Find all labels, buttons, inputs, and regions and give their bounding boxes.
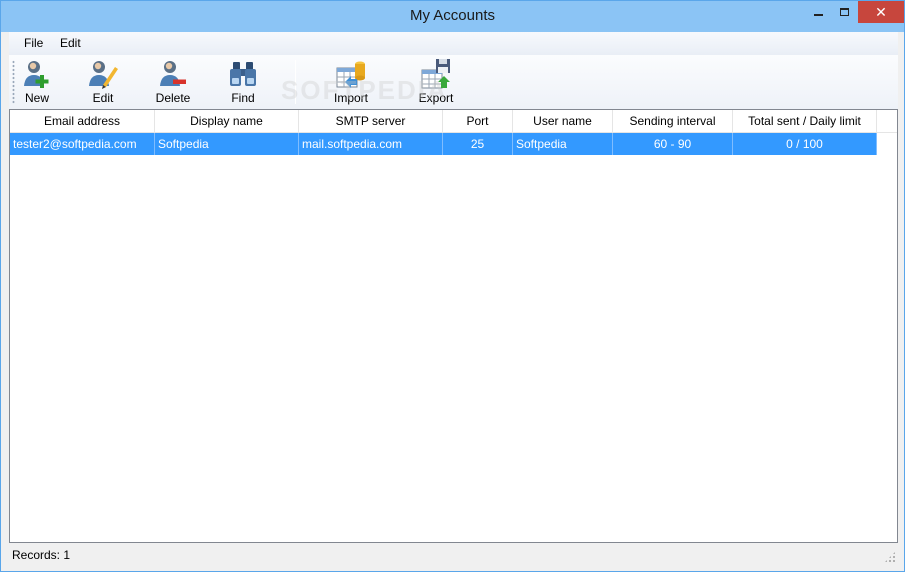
- new-button-label: New: [24, 91, 49, 105]
- delete-button-label: Delete: [155, 91, 191, 105]
- window-title: My Accounts: [409, 7, 496, 24]
- find-button[interactable]: Find: [217, 57, 269, 107]
- column-header-total-sent[interactable]: Total sent / Daily limit: [733, 110, 877, 133]
- delete-button[interactable]: Delete: [147, 57, 199, 107]
- export-button[interactable]: Export: [410, 57, 462, 107]
- menu-edit[interactable]: Edit: [60, 36, 81, 50]
- import-icon: [336, 61, 365, 88]
- menu-bar: File Edit: [9, 32, 898, 55]
- resize-grip[interactable]: [884, 551, 896, 563]
- find-button-label: Find: [231, 91, 255, 105]
- import-button[interactable]: Import: [325, 57, 377, 107]
- export-button-label: Export: [418, 91, 454, 105]
- close-button[interactable]: ✕: [858, 1, 904, 23]
- edit-user-icon: [89, 61, 118, 89]
- minimize-button[interactable]: [805, 1, 831, 23]
- menu-file[interactable]: File: [24, 36, 43, 50]
- remove-user-icon: [160, 61, 186, 86]
- add-user-icon: [24, 61, 49, 88]
- binoculars-icon: [230, 62, 256, 86]
- cell-smtp-server: mail.softpedia.com: [299, 133, 443, 155]
- app-window: My Accounts ✕ File Edit New Edit Delete …: [0, 0, 905, 572]
- edit-button[interactable]: Edit: [77, 57, 129, 107]
- toolbar-separator: [295, 60, 296, 104]
- table-row[interactable]: tester2@softpedia.com Softpedia mail.sof…: [10, 133, 877, 155]
- import-button-label: Import: [333, 91, 368, 105]
- maximize-button[interactable]: [831, 1, 857, 23]
- cell-user-name: Softpedia: [513, 133, 613, 155]
- cell-email: tester2@softpedia.com: [10, 133, 155, 155]
- accounts-table[interactable]: Email address Display name SMTP server P…: [9, 109, 898, 543]
- title-bar[interactable]: My Accounts ✕: [1, 1, 904, 32]
- edit-button-label: Edit: [92, 91, 114, 105]
- column-header-email[interactable]: Email address: [10, 110, 155, 133]
- close-icon: ✕: [875, 3, 887, 20]
- cell-sending-interval: 60 - 90: [613, 133, 733, 155]
- column-header-display-name[interactable]: Display name: [155, 110, 299, 133]
- column-header-sending-interval[interactable]: Sending interval: [613, 110, 733, 133]
- cell-port: 25: [443, 133, 513, 155]
- records-count: Records: 1: [12, 548, 71, 562]
- column-header-filler: [877, 110, 897, 133]
- minimize-icon: [813, 14, 823, 16]
- status-bar: Records: 1: [9, 543, 898, 566]
- maximize-icon: [839, 8, 849, 16]
- cell-display-name: Softpedia: [155, 133, 299, 155]
- table-header: Email address Display name SMTP server P…: [10, 110, 897, 133]
- cell-total-sent: 0 / 100: [733, 133, 877, 155]
- column-header-user-name[interactable]: User name: [513, 110, 613, 133]
- export-icon: [421, 59, 450, 89]
- new-button[interactable]: New: [11, 57, 63, 107]
- column-header-port[interactable]: Port: [443, 110, 513, 133]
- toolbar: New Edit Delete Find Import Export SOFTP…: [9, 55, 898, 109]
- column-header-smtp-server[interactable]: SMTP server: [299, 110, 443, 133]
